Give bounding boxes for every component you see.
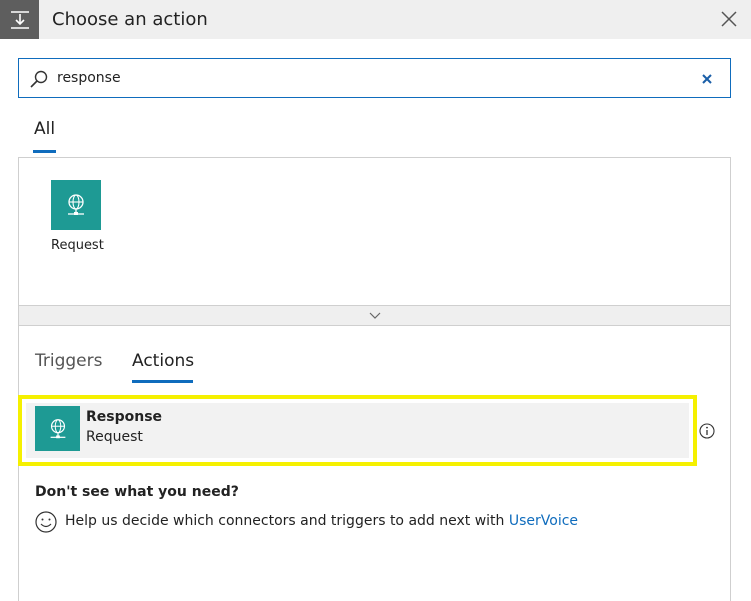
tab-all-indicator [33, 150, 56, 153]
action-response-tile [35, 406, 80, 451]
help-text: Help us decide which connectors and trig… [65, 513, 578, 529]
smiley-icon [35, 511, 57, 533]
collapse-toggle[interactable] [18, 305, 731, 326]
close-icon[interactable] [719, 9, 739, 29]
tab-all[interactable]: All [34, 119, 55, 139]
search-icon [29, 69, 49, 89]
help-heading: Don't see what you need? [35, 484, 239, 500]
tab-actions[interactable]: Actions [132, 351, 194, 371]
connector-request[interactable] [51, 180, 101, 230]
uservoice-link[interactable]: UserVoice [509, 513, 578, 529]
connector-request-label: Request [51, 238, 104, 253]
info-icon[interactable] [699, 423, 715, 439]
tab-triggers[interactable]: Triggers [35, 351, 103, 371]
help-sentence: Help us decide which connectors and trig… [65, 513, 509, 529]
globe-icon [50, 418, 65, 438]
chevron-down-icon [369, 312, 380, 319]
tab-actions-indicator [132, 380, 193, 383]
panel-header: Choose an action [0, 0, 751, 39]
action-insert-icon [0, 0, 39, 39]
clear-icon[interactable] [701, 72, 713, 84]
connector-list [18, 157, 731, 326]
panel-title: Choose an action [52, 9, 208, 30]
action-response-title: Response [86, 409, 163, 425]
search-input[interactable] [57, 67, 657, 89]
action-response-subtitle: Request [86, 429, 143, 445]
globe-icon [68, 194, 84, 215]
search-box [18, 58, 731, 98]
